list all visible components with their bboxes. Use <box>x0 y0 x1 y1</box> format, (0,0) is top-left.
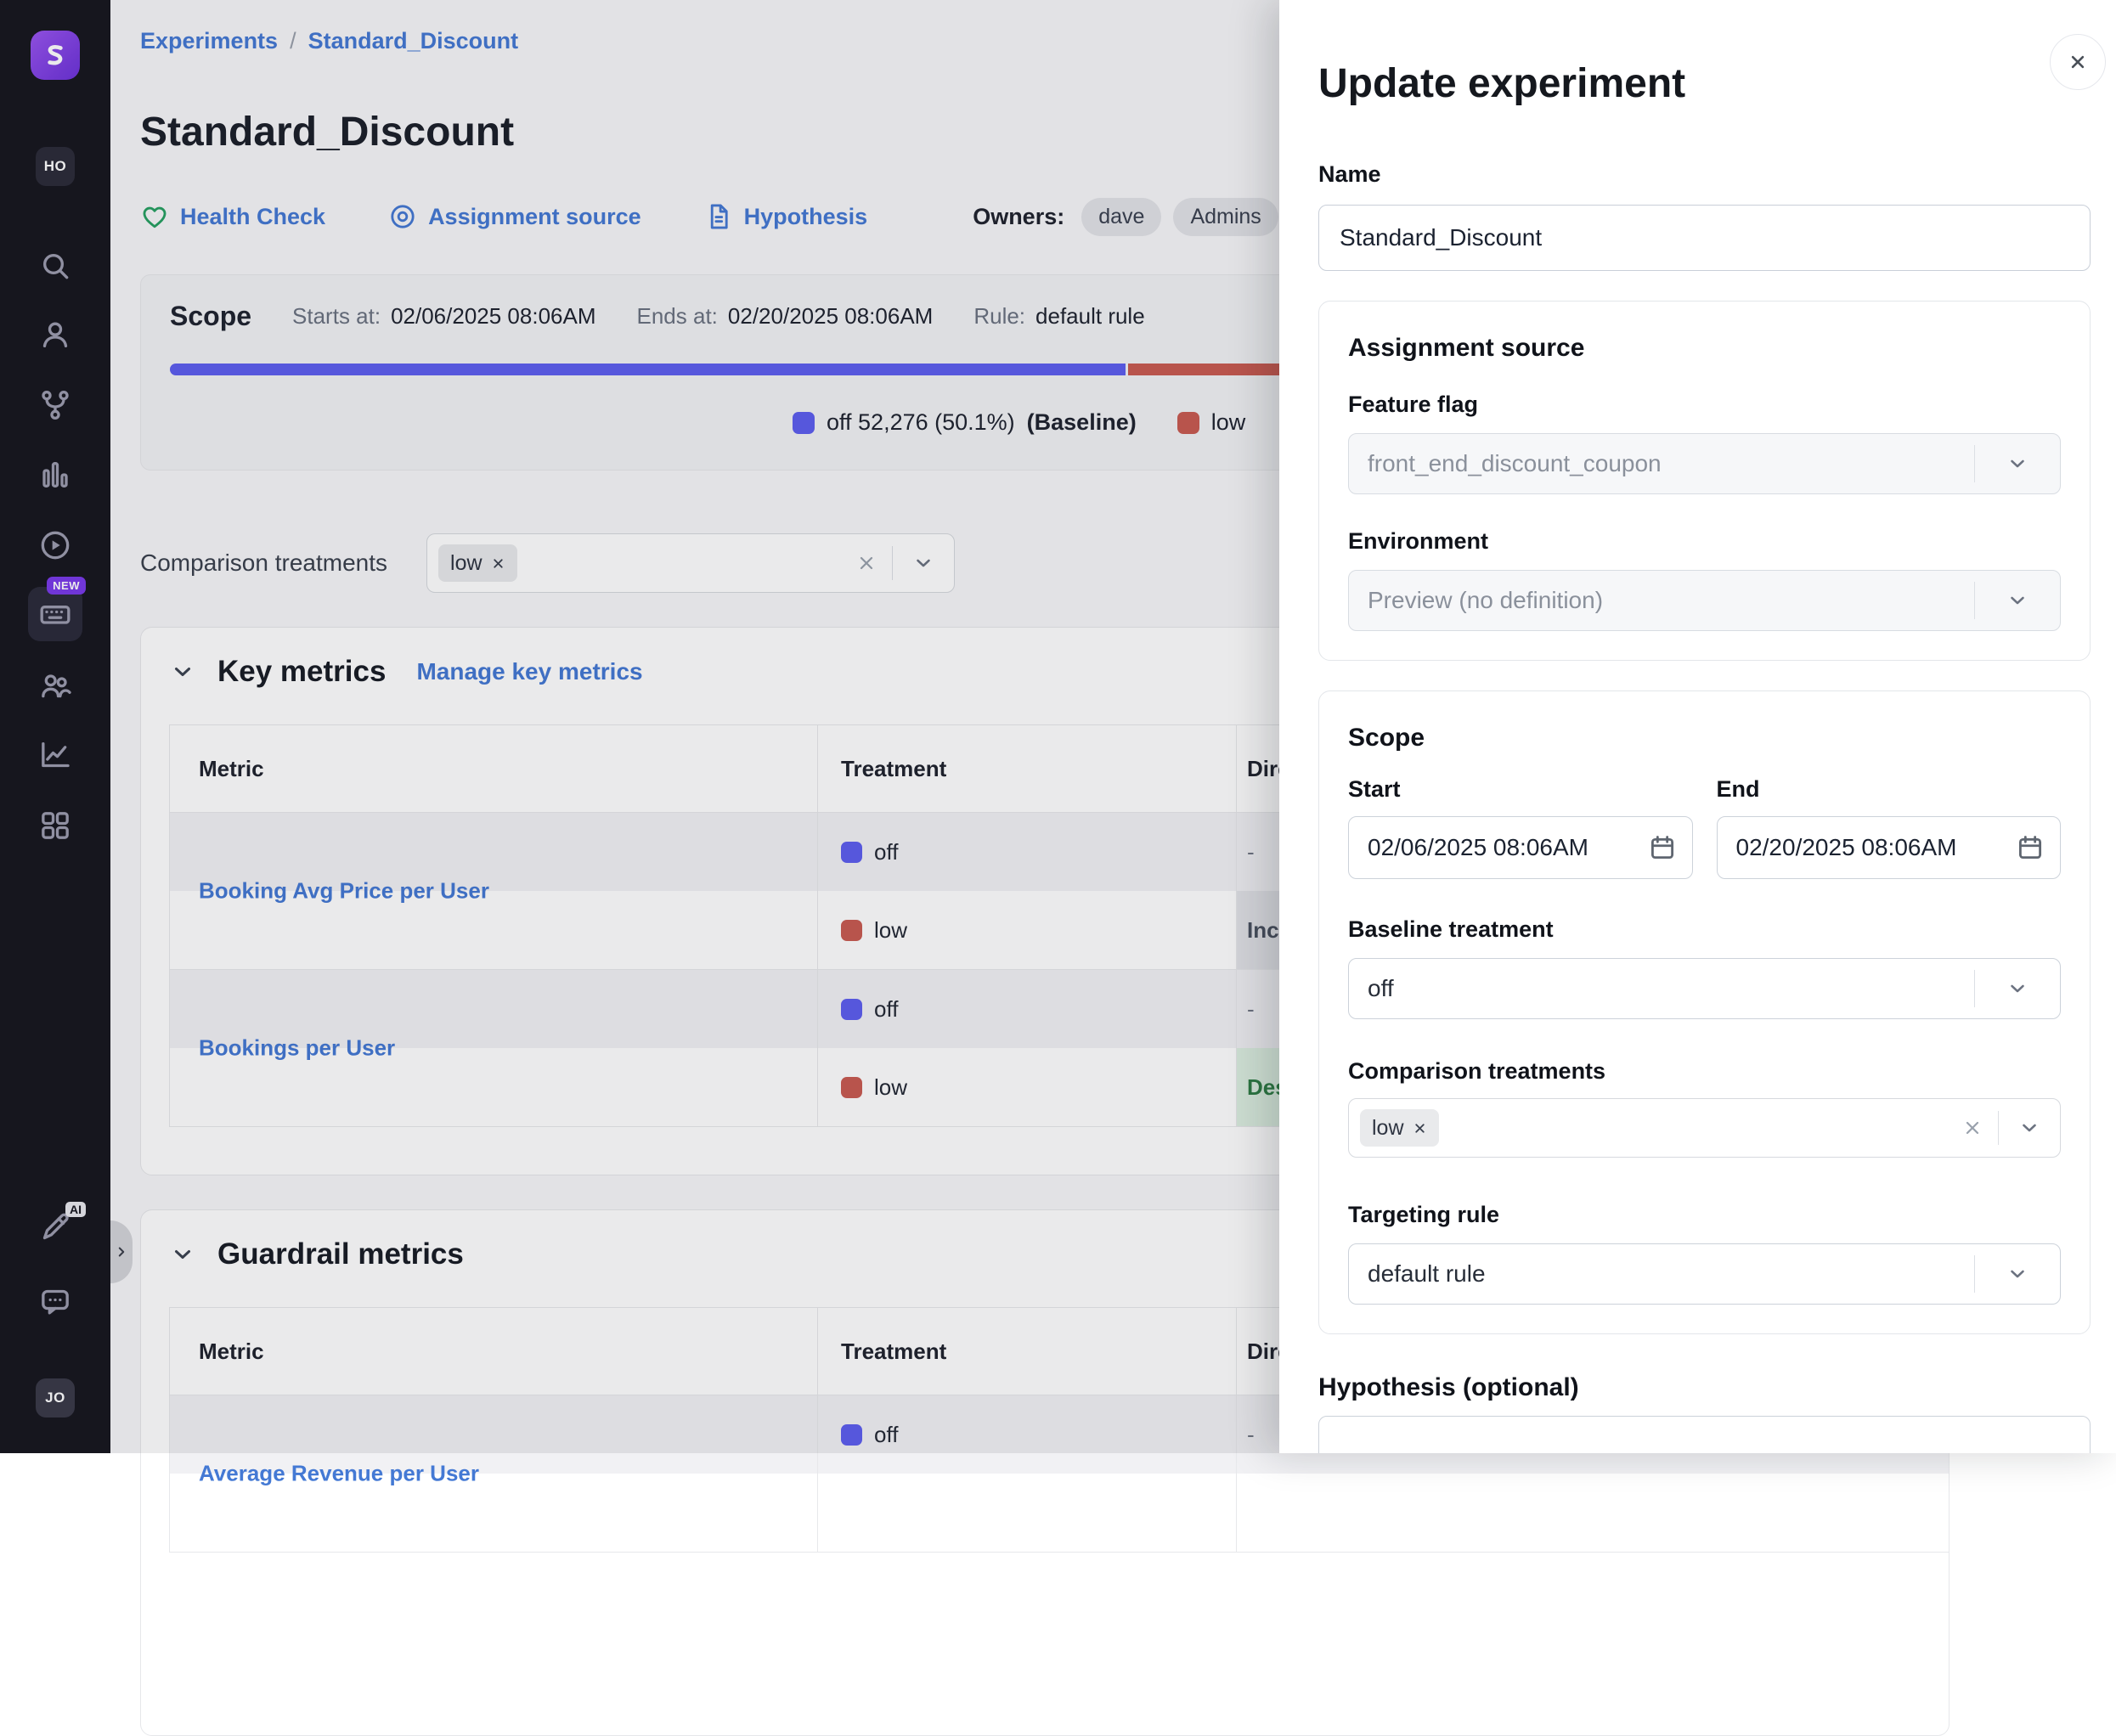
hypothesis-textarea[interactable] <box>1318 1416 2091 1453</box>
feature-flag-select: front_end_discount_coupon <box>1348 433 2061 494</box>
environment-select: Preview (no definition) <box>1348 570 2061 631</box>
treatment-chip-low[interactable]: low <box>1360 1109 1439 1147</box>
modal-dim-overlay[interactable] <box>0 0 1279 1453</box>
chevron-down-icon[interactable] <box>2006 1263 2029 1285</box>
start-label: Start <box>1348 776 1693 803</box>
clear-all-icon[interactable] <box>1962 1118 1983 1138</box>
calendar-icon <box>1648 833 1677 862</box>
calendar-icon <box>2016 833 2045 862</box>
chevron-down-icon[interactable] <box>2006 978 2029 1000</box>
assignment-source-card: Assignment source Feature flag front_end… <box>1318 301 2091 661</box>
name-input[interactable] <box>1318 205 2091 271</box>
start-date-input[interactable]: 02/06/2025 08:06AM <box>1348 816 1693 879</box>
comparison-treatments-select[interactable]: low <box>1348 1098 2061 1158</box>
hypothesis-heading: Hypothesis (optional) <box>1318 1373 2091 1402</box>
assignment-source-heading: Assignment source <box>1348 330 2061 366</box>
feature-flag-label: Feature flag <box>1348 392 2061 418</box>
end-date-input[interactable]: 02/20/2025 08:06AM <box>1717 816 2062 879</box>
baseline-treatment-label: Baseline treatment <box>1348 916 2061 943</box>
update-experiment-drawer: Update experiment Name Assignment source… <box>1279 0 2116 1453</box>
baseline-treatment-select[interactable]: off <box>1348 958 2061 1019</box>
end-label: End <box>1717 776 2062 803</box>
remove-chip-icon[interactable] <box>1413 1121 1427 1136</box>
chevron-down-icon[interactable] <box>2018 1117 2040 1139</box>
targeting-rule-select[interactable]: default rule <box>1348 1243 2061 1305</box>
metric-link[interactable]: Average Revenue per User <box>199 1461 479 1487</box>
drawer-title: Update experiment <box>1318 59 2091 109</box>
chevron-down-icon <box>2006 589 2029 612</box>
environment-label: Environment <box>1348 528 2061 555</box>
targeting-rule-label: Targeting rule <box>1348 1202 2061 1228</box>
scope-card: Scope Start 02/06/2025 08:06AM End 02/20… <box>1318 690 2091 1334</box>
close-icon <box>2066 50 2090 74</box>
name-label: Name <box>1318 161 2091 188</box>
scope-heading: Scope <box>1348 720 2061 756</box>
comparison-treatments-label: Comparison treatments <box>1348 1058 2061 1085</box>
close-button[interactable] <box>2050 34 2106 90</box>
chevron-down-icon <box>2006 453 2029 475</box>
